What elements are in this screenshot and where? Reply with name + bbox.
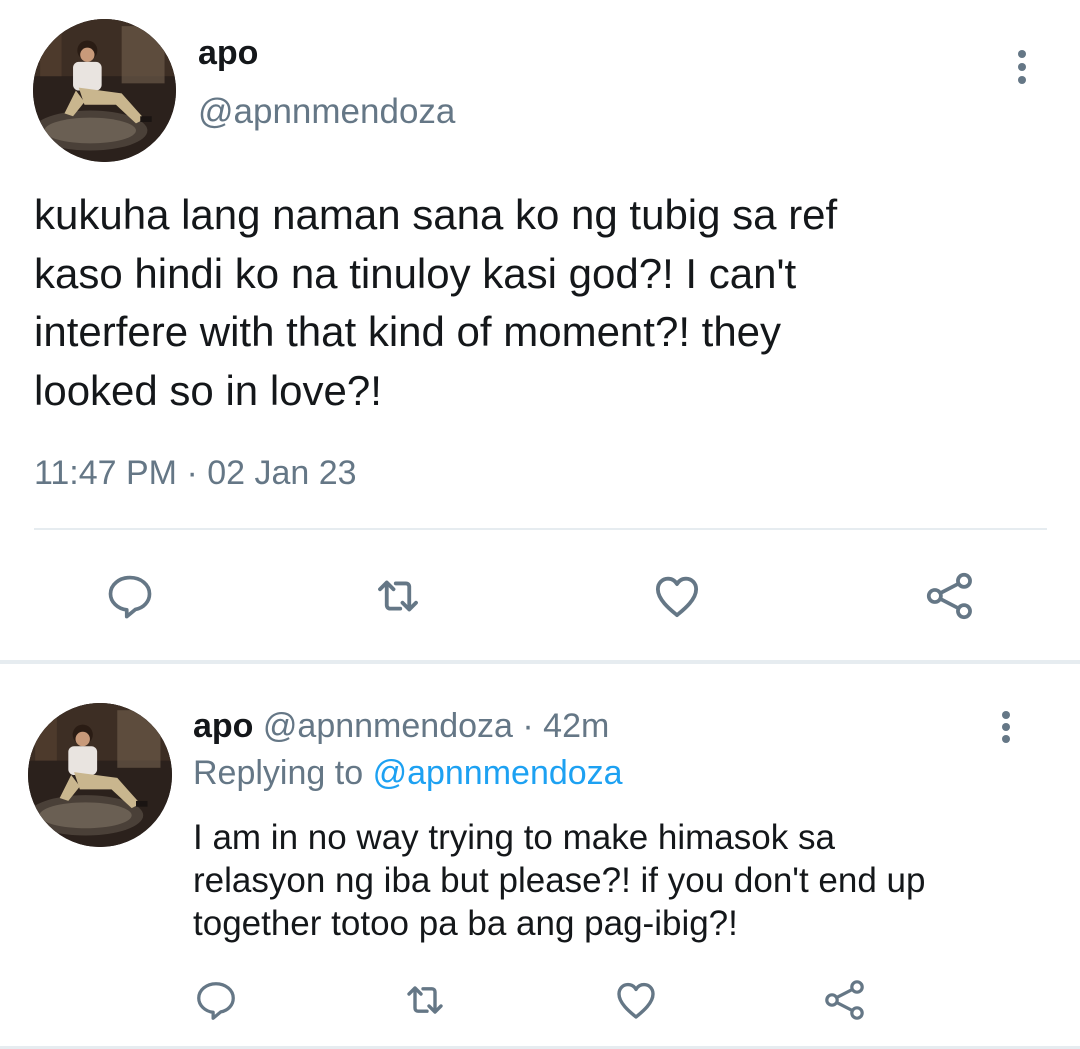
tweet-timestamp[interactable]: 11:47 PM · 02 Jan 23 — [34, 454, 357, 493]
tweet-text: kukuha lang naman sana ko ng tubig sa re… — [34, 191, 838, 414]
reply-icon — [108, 575, 152, 619]
retweet-icon — [378, 580, 418, 612]
author-name[interactable]: apo — [193, 707, 253, 745]
like-icon — [617, 982, 655, 1019]
reply-button[interactable] — [186, 970, 246, 1030]
like-button[interactable] — [606, 970, 666, 1030]
more-options-icon[interactable] — [1012, 50, 1032, 84]
author-handle[interactable]: @apnnmendoza — [263, 707, 513, 745]
avatar-photo — [33, 19, 176, 162]
replying-to-link[interactable]: @apnnmendoza — [373, 754, 623, 792]
share-button[interactable] — [815, 970, 875, 1030]
meta-separator: · — [177, 454, 208, 492]
reply-header: apo @apnnmendoza · 42m — [193, 707, 609, 746]
avatar-photo — [28, 703, 172, 847]
avatar[interactable] — [33, 19, 176, 162]
meta-separator: · — [512, 707, 544, 745]
tweet-time: 11:47 PM — [34, 454, 178, 492]
retweet-button[interactable] — [368, 566, 428, 626]
reply-icon — [197, 982, 235, 1020]
main-tweet: apo @apnnmendoza kukuha lang naman sana … — [0, 0, 1080, 660]
author-handle[interactable]: @apnnmendoza — [198, 92, 455, 132]
tweet-age: 42m — [543, 707, 610, 745]
like-icon — [655, 576, 699, 618]
tweet-text: I am in no way trying to make himasok sa… — [193, 818, 926, 943]
replying-to-label: Replying to — [193, 754, 364, 792]
author-name[interactable]: apo — [198, 34, 258, 73]
reply-button[interactable] — [100, 566, 160, 626]
avatar[interactable] — [28, 703, 172, 847]
retweet-button[interactable] — [395, 970, 455, 1030]
more-options-icon[interactable] — [996, 711, 1016, 743]
like-button[interactable] — [647, 566, 707, 626]
retweet-icon — [407, 986, 443, 1014]
divider — [34, 528, 1047, 530]
share-button[interactable] — [920, 566, 980, 626]
share-icon — [825, 980, 864, 1020]
share-icon — [926, 572, 972, 620]
tweet-date: 02 Jan 23 — [207, 454, 357, 492]
replying-to: Replying to @apnnmendoza — [193, 754, 623, 793]
section-divider — [0, 660, 1080, 664]
